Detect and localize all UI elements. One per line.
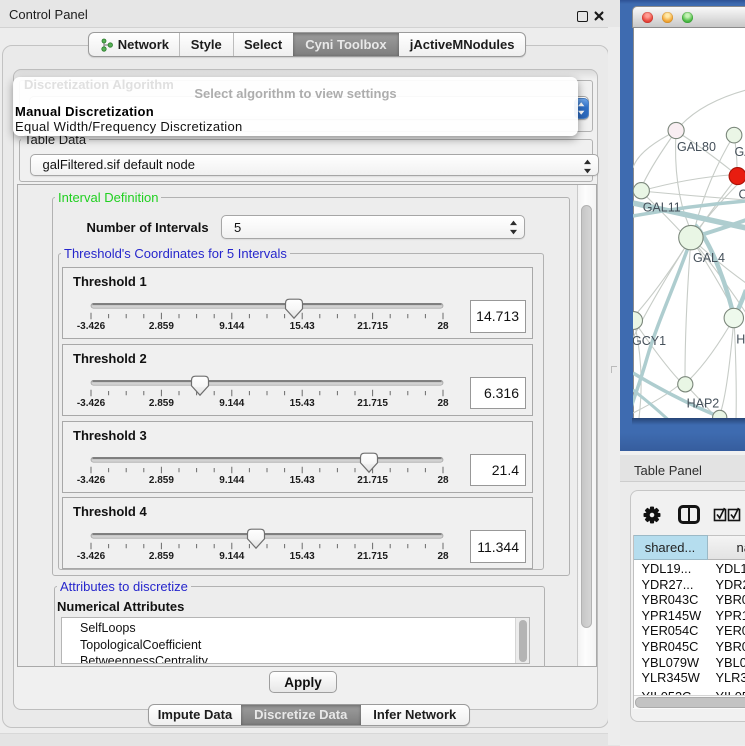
svg-text:GAL4: GAL4 [693,251,725,265]
svg-text:9.144: 9.144 [219,475,244,486]
svg-text:9.144: 9.144 [219,321,244,332]
svg-text:H: H [736,333,745,347]
svg-text:15.43: 15.43 [290,475,315,486]
svg-text:GAL2: GAL2 [734,145,745,159]
svg-text:GAL80: GAL80 [677,140,716,154]
svg-text:9.144: 9.144 [219,552,244,563]
svg-text:-3.426: -3.426 [77,475,106,486]
svg-text:HAP2: HAP2 [686,397,719,411]
svg-text:28: 28 [437,552,449,563]
svg-text:28: 28 [437,475,449,486]
svg-text:15.43: 15.43 [290,552,315,563]
svg-text:2.859: 2.859 [149,475,174,486]
svg-text:GAL11: GAL11 [642,201,680,215]
svg-text:2.859: 2.859 [149,321,174,332]
svg-text:2.859: 2.859 [149,552,174,563]
svg-text:CR: CR [738,188,745,202]
svg-text:-3.426: -3.426 [77,321,106,332]
svg-text:GCY1: GCY1 [633,334,666,348]
svg-text:-3.426: -3.426 [77,552,106,563]
svg-text:21.715: 21.715 [357,398,388,409]
svg-text:21.715: 21.715 [357,321,388,332]
svg-text:2.859: 2.859 [149,398,174,409]
svg-text:15.43: 15.43 [290,398,315,409]
svg-text:9.144: 9.144 [219,398,244,409]
svg-text:28: 28 [437,398,449,409]
svg-text:15.43: 15.43 [290,321,315,332]
svg-text:21.715: 21.715 [357,475,388,486]
svg-text:28: 28 [437,321,449,332]
svg-text:-3.426: -3.426 [77,398,106,409]
svg-text:21.715: 21.715 [357,552,388,563]
